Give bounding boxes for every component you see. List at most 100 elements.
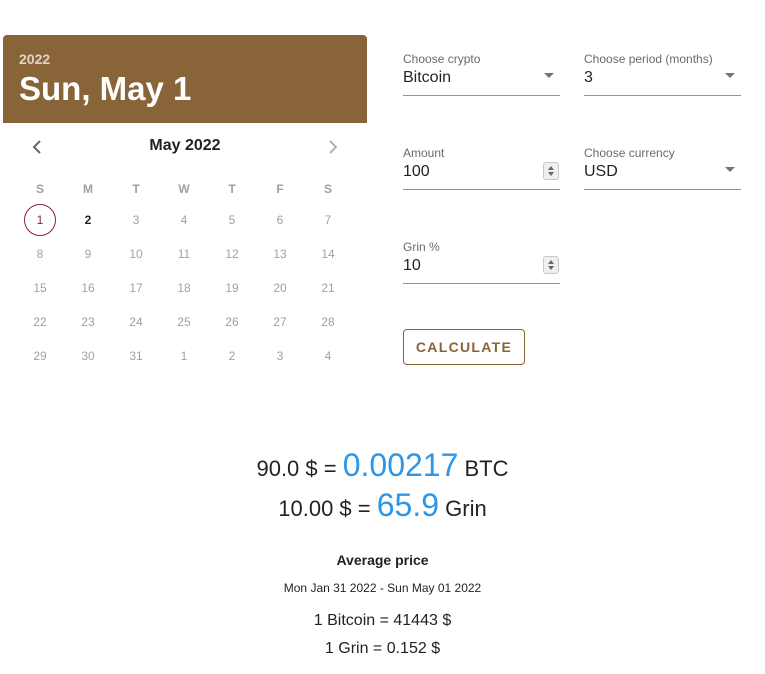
- average-price-title: Average price: [336, 552, 429, 568]
- calendar-grid: 1 2 3 4 5 6 7 8 9 10 11 12 13 14 15 16 17 18 19 20 21 22 23 24 2…: [3, 203, 367, 373]
- btc-result-suffix: BTC: [458, 456, 509, 481]
- calendar-day-number: 1: [24, 204, 56, 236]
- weekday-label: S: [323, 182, 332, 196]
- dropdown-arrow-icon: [725, 167, 735, 172]
- calendar-day-number: 4: [180, 213, 188, 227]
- weekday-header: SMTWTFS: [3, 177, 367, 201]
- amount-stepper-icon[interactable]: [543, 162, 559, 180]
- amount-field-value: 100: [403, 163, 430, 180]
- amount-field-label: Amount: [403, 146, 445, 160]
- calendar-day-number: 20: [273, 281, 287, 295]
- calendar-day-number: 19: [225, 281, 239, 295]
- calendar-day: 23: [64, 305, 112, 339]
- calendar-day-number: 2: [84, 213, 92, 227]
- crypto-select[interactable]: Choose crypto Bitcoin: [403, 52, 560, 96]
- calendar-day: 24: [112, 305, 160, 339]
- calendar-day: 13: [256, 237, 304, 271]
- btc-result-prefix: 90.0 $ =: [256, 456, 343, 481]
- calendar-day-number: 21: [321, 281, 335, 295]
- calendar-day: 4: [304, 339, 352, 373]
- calendar-day[interactable]: 2: [64, 203, 112, 237]
- weekday-label: F: [276, 182, 284, 196]
- grin-percent-field[interactable]: Grin % 10: [403, 240, 560, 284]
- calendar-day: 20: [256, 271, 304, 305]
- calendar-day-number: 13: [273, 247, 287, 261]
- calendar-day-number: 10: [129, 247, 143, 261]
- calendar-day-number: 17: [129, 281, 143, 295]
- currency-select[interactable]: Choose currency USD: [584, 146, 741, 190]
- calendar-day: 22: [16, 305, 64, 339]
- calendar-day-number: 3: [276, 349, 284, 363]
- calendar-day-number: 5: [228, 213, 236, 227]
- bitcoin-average-price: 1 Bitcoin = 41443 $: [313, 612, 452, 629]
- calendar-day-number: 9: [84, 247, 92, 261]
- calendar-day-number: 12: [225, 247, 239, 261]
- calendar-day: 4: [160, 203, 208, 237]
- period-select-label: Choose period (months): [584, 52, 713, 66]
- weekday-label: S: [35, 182, 44, 196]
- calendar-day-number: 2: [228, 349, 236, 363]
- calendar-day: 10: [112, 237, 160, 271]
- calendar-day-number: 16: [81, 281, 95, 295]
- calendar-day: 25: [160, 305, 208, 339]
- calendar-day-number: 8: [36, 247, 44, 261]
- weekday-label: T: [228, 182, 236, 196]
- calendar-day: 7: [304, 203, 352, 237]
- calendar-day-number: 7: [324, 213, 332, 227]
- calendar-day-number: 22: [33, 315, 47, 329]
- calendar-day: 3: [112, 203, 160, 237]
- crypto-select-label: Choose crypto: [403, 52, 481, 66]
- calendar-day: 29: [16, 339, 64, 373]
- selected-date-label: Sun, May 1: [19, 70, 192, 107]
- currency-select-value: USD: [584, 163, 618, 180]
- year-label[interactable]: 2022: [19, 51, 351, 67]
- calculate-button[interactable]: CALCULATE: [403, 329, 525, 365]
- calendar-day-number: 23: [81, 315, 95, 329]
- chevron-right-icon: [329, 140, 338, 154]
- calendar-day: 18: [160, 271, 208, 305]
- weekday-label: W: [178, 182, 190, 196]
- calendar-day: 5: [208, 203, 256, 237]
- grin-percent-label: Grin %: [403, 240, 440, 254]
- calendar-week-row: 29 30 31 1 2 3 4: [16, 339, 367, 373]
- amount-field[interactable]: Amount 100: [403, 146, 560, 190]
- calendar-week-row: 15 16 17 18 19 20 21: [16, 271, 367, 305]
- calendar-day[interactable]: 1: [16, 203, 64, 237]
- calendar-day: 15: [16, 271, 64, 305]
- calendar-day: 28: [304, 305, 352, 339]
- average-price-range: Mon Jan 31 2022 - Sun May 01 2022: [283, 581, 482, 595]
- calendar-day: 26: [208, 305, 256, 339]
- calendar-day-number: 30: [81, 349, 95, 363]
- btc-result: 90.0 $ = 0.00217 BTC: [0, 447, 765, 484]
- calendar-day-number: 4: [324, 349, 332, 363]
- period-select[interactable]: Choose period (months) 3: [584, 52, 741, 96]
- calendar-day: 16: [64, 271, 112, 305]
- grin-percent-stepper-icon[interactable]: [543, 256, 559, 274]
- grin-result: 10.00 $ = 65.9 Grin: [0, 487, 765, 524]
- dropdown-arrow-icon: [725, 73, 735, 78]
- grin-result-amount: 65.9: [376, 487, 440, 523]
- calendar-day: 2: [208, 339, 256, 373]
- dropdown-arrow-icon: [544, 73, 554, 78]
- date-picker: 2022 Sun, May 1 May 2022 SMTWTFS 1234567…: [3, 35, 367, 373]
- calendar-day: 6: [256, 203, 304, 237]
- crypto-select-value: Bitcoin: [403, 69, 452, 86]
- calendar-day: 21: [304, 271, 352, 305]
- calendar-day: 27: [256, 305, 304, 339]
- calendar-day-number: 1: [180, 349, 188, 363]
- calendar-day: 1: [160, 339, 208, 373]
- calendar-day-number: 11: [177, 247, 191, 261]
- calendar-day: 8: [16, 237, 64, 271]
- calendar-week-row: 22 23 24 25 26 27 28: [16, 305, 367, 339]
- calendar-day-number: 14: [321, 247, 335, 261]
- calendar-day-number: 29: [33, 349, 47, 363]
- calendar-day-number: 25: [177, 315, 191, 329]
- calendar-day: 3: [256, 339, 304, 373]
- month-navigation: May 2022: [3, 123, 367, 171]
- calendar-day: 19: [208, 271, 256, 305]
- calendar-day: 12: [208, 237, 256, 271]
- grin-result-suffix: Grin: [439, 496, 487, 521]
- next-month-button[interactable]: [319, 133, 347, 161]
- calendar-week-row: 1 2 3 4 5 6 7: [16, 203, 367, 237]
- calendar-day: 31: [112, 339, 160, 373]
